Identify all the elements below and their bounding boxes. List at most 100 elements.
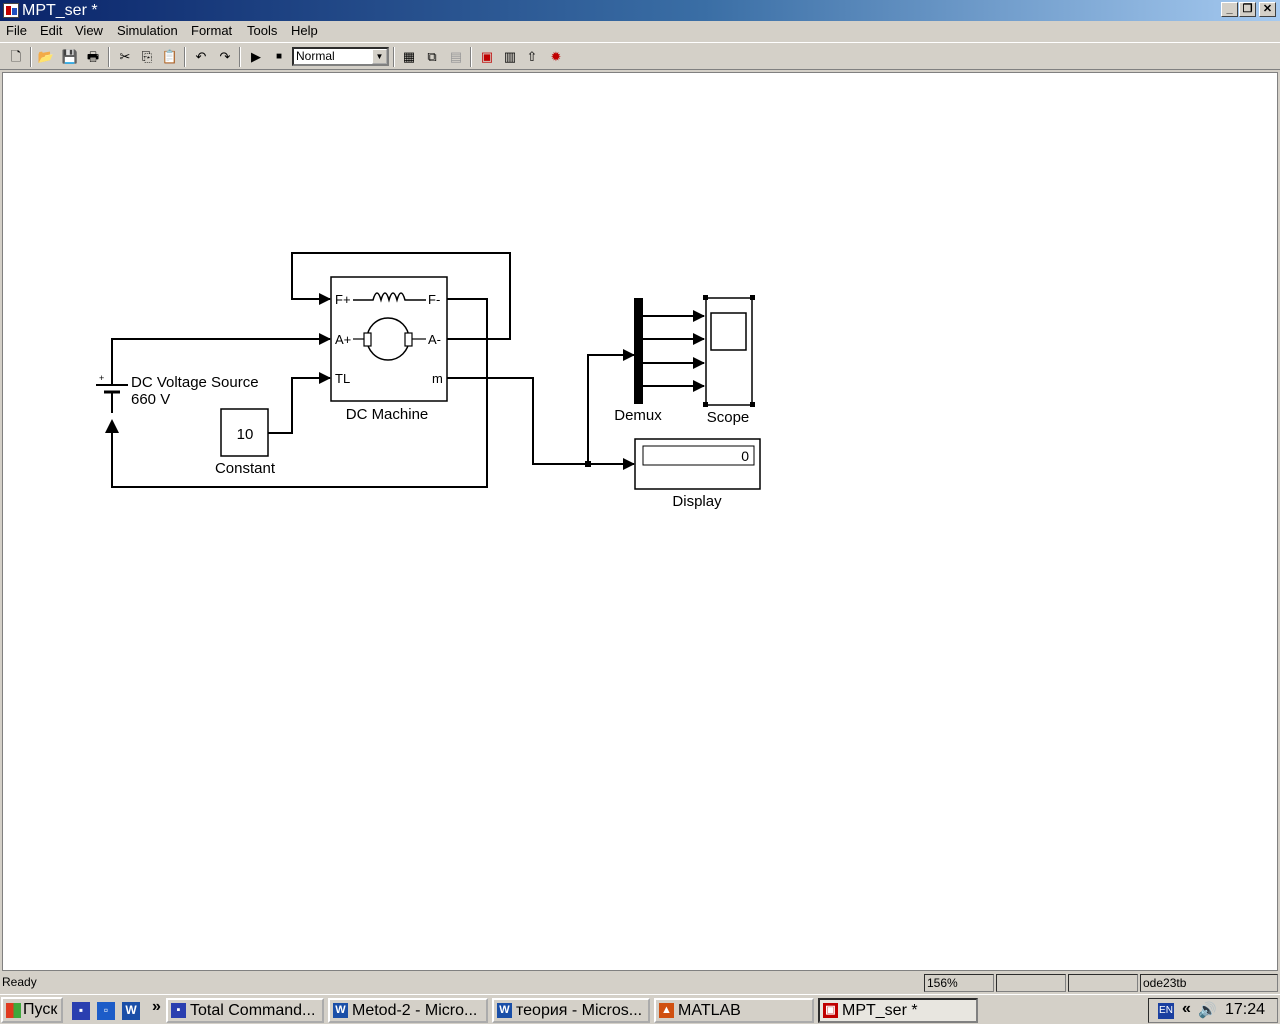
branch-point xyxy=(585,461,591,467)
menu-view[interactable]: View xyxy=(75,23,103,38)
simulink-icon: ▣ xyxy=(823,1003,838,1018)
minimize-button[interactable]: _ xyxy=(1221,2,1238,17)
start-simulation-icon[interactable]: ▶ xyxy=(247,48,265,66)
armature-icon xyxy=(366,317,410,361)
constant-label: Constant xyxy=(215,460,276,477)
go-to-parent-icon[interactable]: ⇧ xyxy=(523,48,541,66)
scope-block[interactable]: Scope xyxy=(703,295,755,426)
source-minus-arrow xyxy=(105,419,119,433)
dc-source-voltage: 660 V xyxy=(131,391,170,408)
status-cell-empty xyxy=(1068,974,1138,992)
toolbar-separator xyxy=(470,47,472,67)
undo-icon[interactable]: ↶ xyxy=(192,48,210,66)
volume-icon[interactable]: 🔊 xyxy=(1198,1001,1217,1019)
stop-simulation-icon[interactable]: ■ xyxy=(270,48,288,66)
toolbar-separator xyxy=(30,47,32,67)
task-label: теория - Micros... xyxy=(516,1002,643,1019)
simulation-mode-select[interactable]: Normal ▼ xyxy=(292,47,389,66)
menu-help[interactable]: Help xyxy=(291,23,318,38)
scope-label: Scope xyxy=(707,409,750,426)
toolbar-separator xyxy=(239,47,241,67)
status-text: Ready xyxy=(2,975,37,989)
chevron-down-icon[interactable]: ▼ xyxy=(372,49,387,64)
port-a-plus: A+ xyxy=(335,332,351,347)
toolbar-separator xyxy=(393,47,395,67)
menu-simulation[interactable]: Simulation xyxy=(117,23,178,38)
block-diagram: + DC Voltage Source 660 V F+ F- A+ A- TL… xyxy=(96,252,761,510)
task-mpt-ser[interactable]: ▣ MPT_ser * xyxy=(818,998,978,1023)
cut-icon[interactable]: ✂ xyxy=(116,48,134,66)
scope-screen-icon xyxy=(710,312,747,351)
menu-file[interactable]: File xyxy=(6,23,27,38)
solver-name: ode23tb xyxy=(1140,974,1278,992)
close-button[interactable]: ✕ xyxy=(1259,2,1276,17)
dc-voltage-source-block[interactable]: + DC Voltage Source 660 V xyxy=(96,373,259,413)
display-label: Display xyxy=(672,493,722,510)
task-teoriya[interactable]: W теория - Micros... xyxy=(492,998,650,1023)
task-matlab[interactable]: ▲ MATLAB xyxy=(654,998,814,1023)
menu-edit[interactable]: Edit xyxy=(40,23,62,38)
copy-icon[interactable]: ⎘ xyxy=(138,48,156,66)
port-m: m xyxy=(432,371,443,386)
simulink-app-icon[interactable] xyxy=(3,3,19,18)
task-metod-2[interactable]: W Metod-2 - Micro... xyxy=(328,998,488,1023)
task-label: MATLAB xyxy=(678,1002,741,1019)
simulation-mode-value: Normal xyxy=(296,49,335,63)
tray-expand-icon[interactable]: « xyxy=(1182,1000,1191,1018)
floppy-icon: ▪ xyxy=(171,1003,186,1018)
system-tray: EN « 🔊 17:24 xyxy=(1148,998,1278,1023)
library-browser-icon[interactable]: ▣ xyxy=(478,48,496,66)
word-icon[interactable]: W xyxy=(122,1002,140,1020)
menu-format[interactable]: Format xyxy=(191,23,232,38)
restore-button[interactable]: ❐ xyxy=(1239,2,1256,17)
start-label: Пуск xyxy=(23,1001,58,1018)
incremental-build-icon[interactable]: ▤ xyxy=(447,48,465,66)
windows-logo-icon xyxy=(6,1003,21,1018)
status-cell-empty xyxy=(996,974,1066,992)
zoom-level: 156% xyxy=(924,974,994,992)
port-tl: TL xyxy=(335,371,350,386)
menu-tools[interactable]: Tools xyxy=(247,23,277,38)
wire-m-to-display xyxy=(447,377,635,470)
source-plus-sign: + xyxy=(99,373,104,383)
save-icon[interactable]: 💾 xyxy=(61,48,79,66)
window-title: MPT_ser * xyxy=(22,2,98,19)
clock: 17:24 xyxy=(1225,1001,1266,1018)
open-folder-icon[interactable]: 📂 xyxy=(37,48,55,66)
model-canvas[interactable]: + DC Voltage Source 660 V F+ F- A+ A- TL… xyxy=(2,72,1278,971)
port-f-minus: F- xyxy=(428,292,440,307)
language-indicator[interactable]: EN xyxy=(1158,1003,1174,1019)
constant-value: 10 xyxy=(237,426,254,443)
app-icon[interactable]: ▫ xyxy=(97,1002,115,1020)
toolbar-separator xyxy=(108,47,110,67)
port-a-minus: A- xyxy=(428,332,441,347)
redo-icon[interactable]: ↷ xyxy=(216,48,234,66)
print-icon[interactable]: 🖶 xyxy=(84,48,102,66)
model-explorer-icon[interactable]: ▥ xyxy=(501,48,519,66)
task-total-commander[interactable]: ▪ Total Command... xyxy=(166,998,324,1023)
start-button[interactable]: Пуск xyxy=(1,997,63,1023)
title-bar: MPT_ser * _ ❐ ✕ xyxy=(0,0,1280,21)
new-model-icon[interactable]: 🗋 xyxy=(7,48,25,66)
floppy-icon[interactable]: ▪ xyxy=(72,1002,90,1020)
constant-block[interactable]: 10 Constant xyxy=(215,408,276,477)
toolbar: 🗋 📂 💾 🖶 ✂ ⎘ 📋 ↶ ↷ ▶ ■ ▦ ⧉ ▤ ▣ ▥ ⇧ ✹ xyxy=(0,42,1280,70)
dc-source-label: DC Voltage Source xyxy=(131,374,259,391)
port-f-plus: F+ xyxy=(335,292,351,307)
build-icon[interactable]: ⧉ xyxy=(423,48,441,66)
toolbar-separator xyxy=(184,47,186,67)
display-value: 0 xyxy=(741,448,749,464)
update-diagram-icon[interactable]: ▦ xyxy=(400,48,418,66)
wire-constant-to-tl xyxy=(268,372,331,434)
display-block[interactable]: 0 Display xyxy=(634,438,761,510)
status-bar: Ready 156% ode23tb xyxy=(0,973,1280,993)
dc-machine-block[interactable]: F+ F- A+ A- TL m DC Machine xyxy=(330,276,448,423)
menu-bar: File Edit View Simulation Format Tools H… xyxy=(0,21,1280,41)
task-label: MPT_ser * xyxy=(842,1002,918,1019)
dc-machine-label: DC Machine xyxy=(346,406,429,423)
task-label: Metod-2 - Micro... xyxy=(352,1002,478,1019)
overflow-chevron[interactable]: » xyxy=(152,998,161,1016)
paste-icon[interactable]: 📋 xyxy=(161,48,179,66)
debugger-icon[interactable]: ✹ xyxy=(547,48,565,66)
demux-label: Demux xyxy=(614,407,662,424)
